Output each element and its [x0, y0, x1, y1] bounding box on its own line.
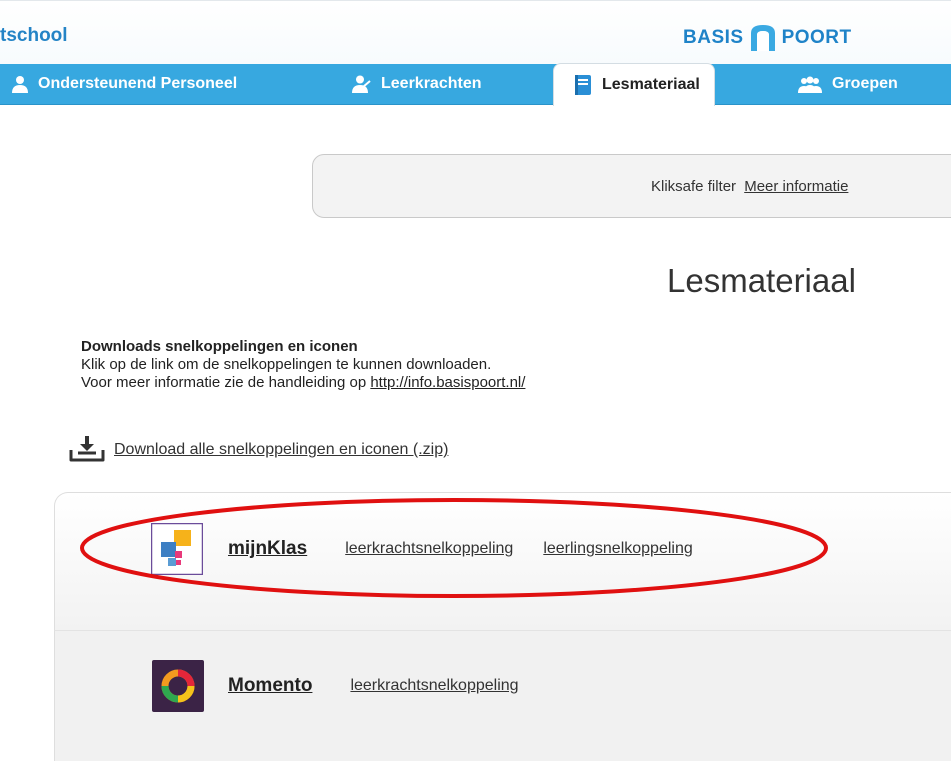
logo-text-right: POORT — [781, 27, 852, 48]
tab-label: Lesmateriaal — [602, 76, 700, 93]
logo-arch-icon — [750, 25, 775, 51]
info-basispoort-link[interactable]: http://info.basispoort.nl/ — [370, 374, 525, 391]
downloads-intro: Downloads snelkoppelingen en iconen Klik… — [81, 338, 525, 392]
tab-ondersteunend-personeel[interactable]: Ondersteunend Personeel — [12, 64, 237, 104]
app-name-mijnklas[interactable]: mijnKlas — [228, 538, 307, 560]
download-icon — [69, 434, 105, 467]
kliksafe-filter-text: Kliksafe filter Meer informatie — [651, 178, 848, 195]
kliksafe-filter-label: Kliksafe filter — [651, 178, 737, 195]
tab-label: Leerkrachten — [381, 75, 482, 92]
tab-lesmateriaal[interactable]: Lesmateriaal — [553, 63, 715, 106]
downloads-heading: Downloads snelkoppelingen en iconen — [81, 338, 358, 355]
tab-leerkrachten[interactable]: Leerkrachten — [351, 64, 482, 104]
momento-leerkracht-link[interactable]: leerkrachtsnelkoppeling — [350, 677, 518, 695]
basispoort-logo[interactable]: BASIS POORT — [683, 23, 852, 53]
meer-informatie-link[interactable]: Meer informatie — [744, 178, 848, 195]
app-row-momento: Momento leerkrachtsnelkoppeling — [152, 660, 519, 712]
mijnklas-leerkracht-link[interactable]: leerkrachtsnelkoppeling — [345, 540, 513, 558]
download-all-link[interactable]: Download alle snelkoppelingen en iconen … — [69, 434, 448, 466]
downloads-info-text: Voor meer informatie zie de handleiding … — [81, 374, 371, 391]
mijnklas-icon[interactable] — [150, 522, 204, 576]
download-all-label: Download alle snelkoppelingen en iconen … — [114, 441, 449, 458]
teacher-icon — [351, 75, 371, 93]
tab-groepen[interactable]: Groepen — [798, 64, 898, 104]
tab-label: Ondersteunend Personeel — [38, 75, 238, 92]
header: tschool BASIS POORT — [0, 0, 951, 65]
school-name: tschool — [0, 25, 68, 46]
momento-icon[interactable] — [152, 660, 204, 712]
group-icon — [798, 75, 822, 93]
downloads-instruction: Klik op de link om de snelkoppelingen te… — [81, 356, 492, 373]
user-icon — [12, 75, 28, 93]
downloads-info-line: Voor meer informatie zie de handleiding … — [81, 374, 525, 392]
mijnklas-leerling-link[interactable]: leerlingsnelkoppeling — [543, 540, 692, 558]
tab-label: Groepen — [832, 75, 898, 92]
page-title: Lesmateriaal — [667, 262, 856, 299]
kliksafe-filter-box: Kliksafe filter Meer informatie — [312, 154, 951, 218]
book-icon — [574, 74, 592, 96]
logo-text-left: BASIS — [683, 27, 744, 48]
app-name-momento[interactable]: Momento — [228, 675, 312, 697]
app-row-mijnklas: mijnKlas leerkrachtsnelkoppeling leerlin… — [150, 522, 693, 576]
main-tabbar: Ondersteunend Personeel Leerkrachten Les… — [0, 63, 951, 106]
